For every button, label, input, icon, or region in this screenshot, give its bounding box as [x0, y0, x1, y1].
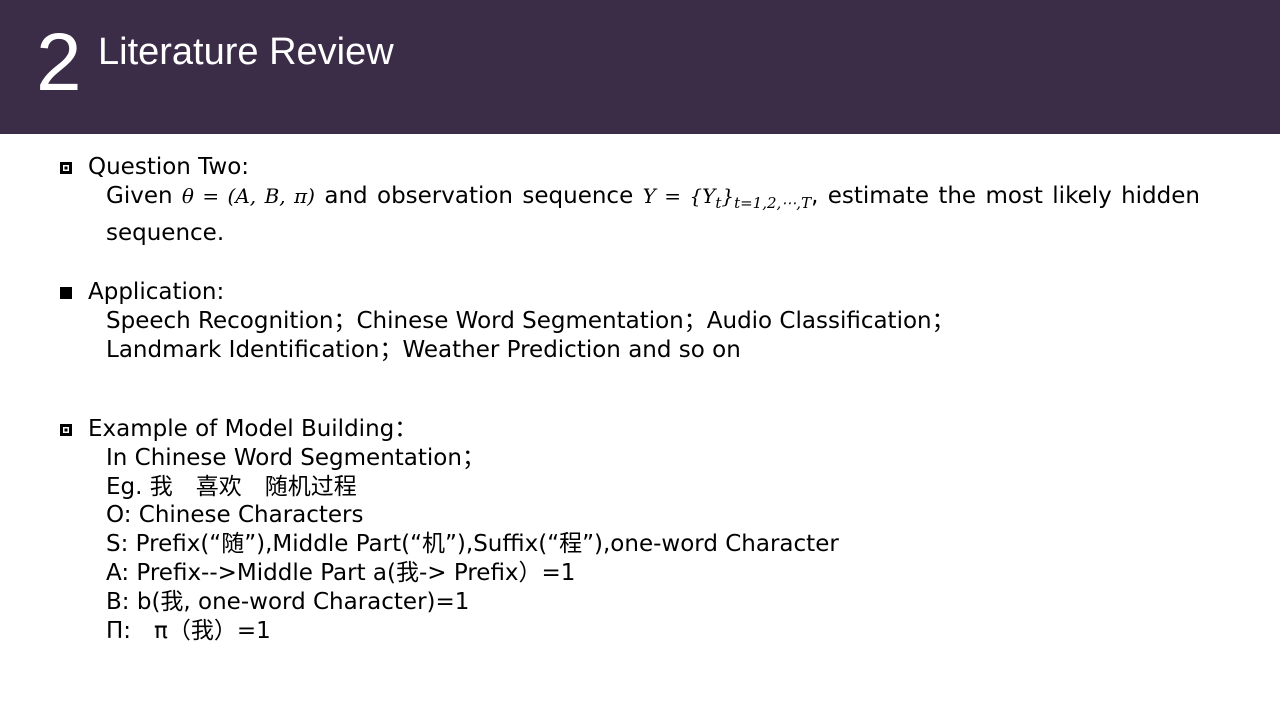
question-two-text: Given θ = (A, B, π) and observation sequ… — [106, 181, 1200, 248]
q2-text-mid: and observation sequence — [314, 183, 643, 209]
example-line: A: Prefix-->Middle Part a(我-> Prefix）=1 — [106, 560, 576, 586]
example-heading-row: Example of Model Building： — [60, 415, 417, 444]
q2-text-before: Given — [106, 183, 182, 209]
example-line: O: Chinese Characters — [106, 502, 364, 528]
example-line: Π: π（我）=1 — [106, 618, 271, 644]
question-two-heading: Question Two: — [88, 154, 250, 180]
example-line: B: b(我, one-word Character)=1 — [106, 589, 470, 615]
math-y-sub-range: t=1,2,⋯,T — [734, 194, 812, 212]
slide-body: Question Two: Given θ = (A, B, π) and ob… — [0, 0, 1280, 720]
application-line: Landmark Identification；Weather Predicti… — [106, 337, 741, 363]
math-y-open: Y = {Y — [642, 184, 716, 208]
application-heading-row: Application: — [60, 278, 224, 307]
hollow-square-bullet-icon — [60, 423, 72, 436]
math-observation-sequence: Y = {Yt}t=1,2,⋯,T — [642, 184, 811, 212]
math-theta-equation: θ = (A, B, π) — [181, 184, 315, 208]
example-line: Eg. 我 喜欢 随机过程 — [106, 474, 357, 500]
application-line: Speech Recognition；Chinese Word Segmenta… — [106, 308, 955, 334]
hollow-square-bullet-icon — [60, 161, 72, 174]
example-heading: Example of Model Building： — [88, 416, 418, 442]
example-line: In Chinese Word Segmentation； — [106, 445, 485, 471]
filled-square-bullet-icon — [60, 286, 72, 299]
math-y-close: } — [721, 184, 735, 208]
question-two-heading-row: Question Two: — [60, 153, 249, 182]
example-line: S: Prefix(“随”),Middle Part(“机”),Suffix(“… — [106, 531, 839, 557]
application-heading: Application: — [88, 279, 225, 305]
